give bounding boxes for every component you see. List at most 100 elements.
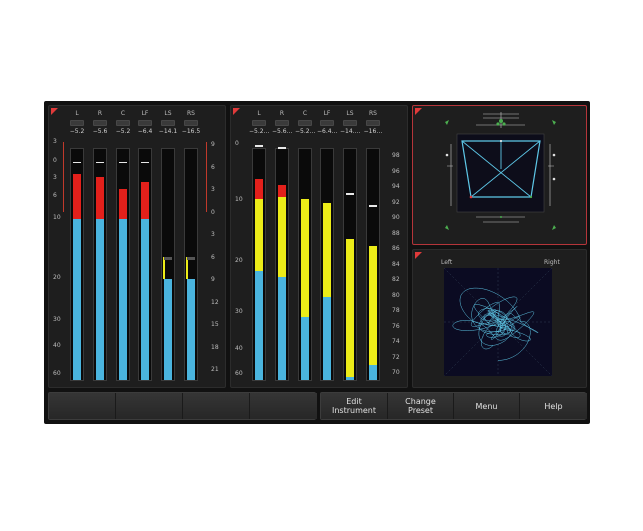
level-meter — [320, 148, 334, 381]
left-scale-label: 40 — [53, 342, 61, 349]
menu-button[interactable]: Menu — [454, 393, 520, 419]
channel-label: LS — [346, 110, 354, 117]
right-scale-label: 6 — [211, 163, 215, 171]
channel-label: L — [257, 110, 261, 117]
left-scale-label: 40 — [235, 345, 243, 352]
right-scale-label: 9 — [211, 276, 215, 283]
channel-value: −5.6 — [92, 128, 108, 135]
peak-hold-marker — [278, 147, 286, 149]
right-scale-label: 3 — [211, 231, 215, 238]
channel-value: −16… — [363, 128, 383, 135]
channel-value: −14.1 — [158, 128, 178, 135]
channel-label: RS — [369, 110, 377, 117]
right-scale-label: 90 — [392, 214, 400, 221]
right-scale-label: 6 — [211, 253, 215, 261]
red-scale-bar — [63, 142, 64, 212]
surround-scope-panel[interactable] — [412, 105, 587, 245]
right-scale-label: 82 — [392, 276, 400, 283]
vectorscope-panel[interactable]: Left Right — [412, 249, 587, 388]
peak-hold-marker — [346, 193, 354, 195]
left-scale-label: 30 — [235, 308, 243, 315]
red-scale-bar — [206, 142, 207, 212]
level-meter — [116, 148, 130, 381]
softkey-4[interactable] — [250, 393, 317, 419]
left-scale-label: 20 — [53, 274, 61, 281]
audio-meter-device: L −5.2 R −5.6 C −5.2 LF −6.4 LS −14.1 RS −16.5 3 0 3 6 1… — [44, 101, 590, 424]
softkey-1[interactable] — [49, 393, 116, 419]
right-scale-label: 98 — [392, 152, 400, 159]
channel-select-box[interactable] — [184, 120, 198, 126]
channel-select-box[interactable] — [116, 120, 130, 126]
left-scale-label: 30 — [53, 316, 61, 323]
yellow-level-fill — [186, 257, 188, 279]
channel-label: R — [97, 110, 103, 117]
channel-value: −14.… — [340, 128, 361, 135]
channel-select-box[interactable] — [138, 120, 152, 126]
left-scale-label: 60 — [235, 370, 243, 377]
channel-select-box[interactable] — [252, 120, 266, 126]
peak-hold-marker — [369, 205, 377, 207]
left-scale-label: 0 — [235, 140, 239, 147]
change-preset-button[interactable]: Change Preset — [388, 393, 454, 419]
edit-instrument-button[interactable]: Edit Instrument — [321, 393, 388, 419]
channel-value: −5.2… — [249, 128, 270, 135]
peak-fill — [164, 257, 172, 260]
right-scale-label: 70 — [392, 369, 400, 376]
right-scale-label: 15 — [211, 321, 219, 328]
peak-hold-marker — [96, 162, 104, 163]
left-scale-label: 3 — [53, 174, 57, 181]
channel-select-box[interactable] — [298, 120, 312, 126]
panel-corner-icon — [51, 108, 58, 115]
blue-level-fill — [301, 317, 309, 380]
meter-panel-2: L −5.2… R −5.6… C −5.2… LF −6.4… LS −14.… RS −16… 0 1… — [230, 105, 408, 388]
level-meter — [70, 148, 84, 381]
channel-select-box[interactable] — [366, 120, 380, 126]
red-peak-fill — [119, 189, 127, 219]
right-scale-label: 80 — [392, 291, 400, 299]
right-scale-label: 74 — [392, 338, 400, 345]
channel-select-box[interactable] — [275, 120, 289, 126]
softkey-3[interactable] — [183, 393, 250, 419]
left-scale-label: 10 — [53, 214, 61, 221]
channel-label: L — [75, 110, 79, 117]
channel-value: −5.2 — [115, 128, 131, 135]
yellow-level-fill — [369, 246, 377, 380]
right-scale-label: 18 — [211, 343, 219, 351]
left-scale-label: 0 — [53, 157, 57, 164]
left-scale-label: 6 — [53, 192, 57, 199]
channel-select-box[interactable] — [70, 120, 84, 126]
blue-level-fill — [96, 219, 104, 380]
peak-hold-marker — [255, 145, 263, 147]
blue-level-fill — [369, 365, 377, 380]
softkey-2[interactable] — [116, 393, 183, 419]
red-peak-fill — [141, 181, 149, 219]
peak-hold-marker — [73, 162, 81, 163]
right-scale-label: 84 — [392, 260, 400, 268]
channel-value: −5.2 — [69, 128, 85, 135]
help-button[interactable]: Help — [520, 393, 587, 419]
right-scale-label: 0 — [211, 208, 215, 216]
channel-value: −5.6… — [272, 128, 293, 135]
channel-select-box[interactable] — [161, 120, 175, 126]
right-scale-label: 88 — [392, 229, 400, 237]
level-meter — [343, 148, 357, 381]
meter-panel-1: L −5.2 R −5.6 C −5.2 LF −6.4 LS −14.1 RS −16.5 3 0 3 6 1… — [48, 105, 226, 388]
channel-select-box[interactable] — [320, 120, 334, 126]
softkey-bar-left — [48, 392, 317, 420]
surround-scope — [445, 112, 556, 230]
peak-hold-marker — [141, 162, 149, 163]
level-meter — [275, 147, 289, 381]
level-meter — [93, 148, 107, 381]
vectorscope-display — [443, 267, 553, 377]
peak-hold-marker — [119, 162, 127, 163]
blue-level-fill — [164, 279, 172, 380]
yellow-level-fill — [346, 239, 354, 380]
right-scale-label: 9 — [211, 141, 215, 148]
channel-select-box[interactable] — [93, 120, 107, 126]
channel-select-box[interactable] — [343, 120, 357, 126]
red-peak-fill — [255, 179, 263, 199]
channel-label: RS — [187, 110, 195, 117]
channel-value: −16.5 — [181, 128, 201, 135]
blue-level-fill — [187, 279, 195, 380]
level-meter — [161, 148, 175, 381]
